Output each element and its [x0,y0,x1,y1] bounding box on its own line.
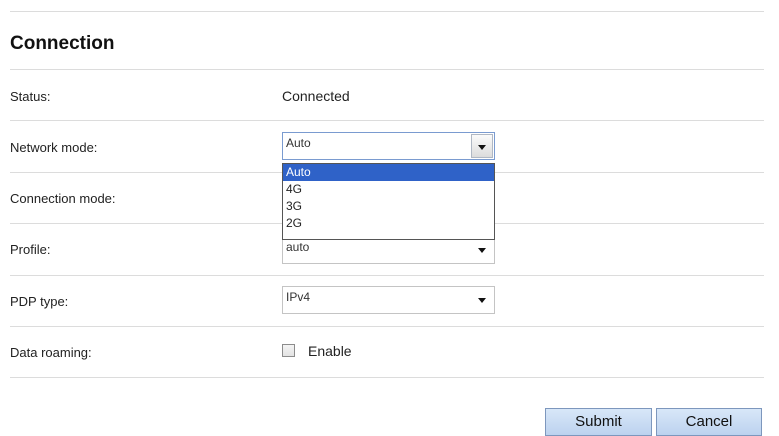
network-mode-options: Auto 4G 3G 2G [282,163,495,240]
network-mode-dropdown-button[interactable] [471,134,493,158]
data-roaming-checkbox[interactable] [282,344,295,357]
network-mode-option[interactable]: 3G [283,198,494,215]
profile-select[interactable]: auto [282,236,495,264]
pdp-type-value: IPv4 [286,290,311,304]
pdp-type-label: PDP type: [10,294,69,309]
network-mode-option[interactable]: Auto [283,164,494,181]
chevron-down-icon [478,248,486,253]
chevron-down-icon [478,298,486,303]
divider [10,11,764,12]
network-mode-option[interactable]: 4G [283,181,494,198]
status-label: Status: [10,89,51,104]
data-roaming-label: Data roaming: [10,345,92,360]
divider [10,120,764,121]
network-mode-label: Network mode: [10,140,98,155]
network-mode-select[interactable]: Auto [282,132,495,160]
profile-label: Profile: [10,242,51,257]
network-mode-value: Auto [286,136,311,150]
network-mode-option[interactable]: 2G [283,215,494,232]
submit-button[interactable]: Submit [545,408,652,436]
connection-mode-label: Connection mode: [10,191,116,206]
pdp-type-select[interactable]: IPv4 [282,286,495,314]
status-value: Connected [282,88,350,104]
data-roaming-enable-label[interactable]: Enable [308,343,352,359]
divider [10,326,764,327]
profile-value: auto [286,240,310,254]
divider [10,69,764,70]
cancel-button[interactable]: Cancel [656,408,762,436]
divider [10,275,764,276]
section-title: Connection [10,33,115,54]
chevron-down-icon [478,145,486,150]
divider [10,377,764,378]
